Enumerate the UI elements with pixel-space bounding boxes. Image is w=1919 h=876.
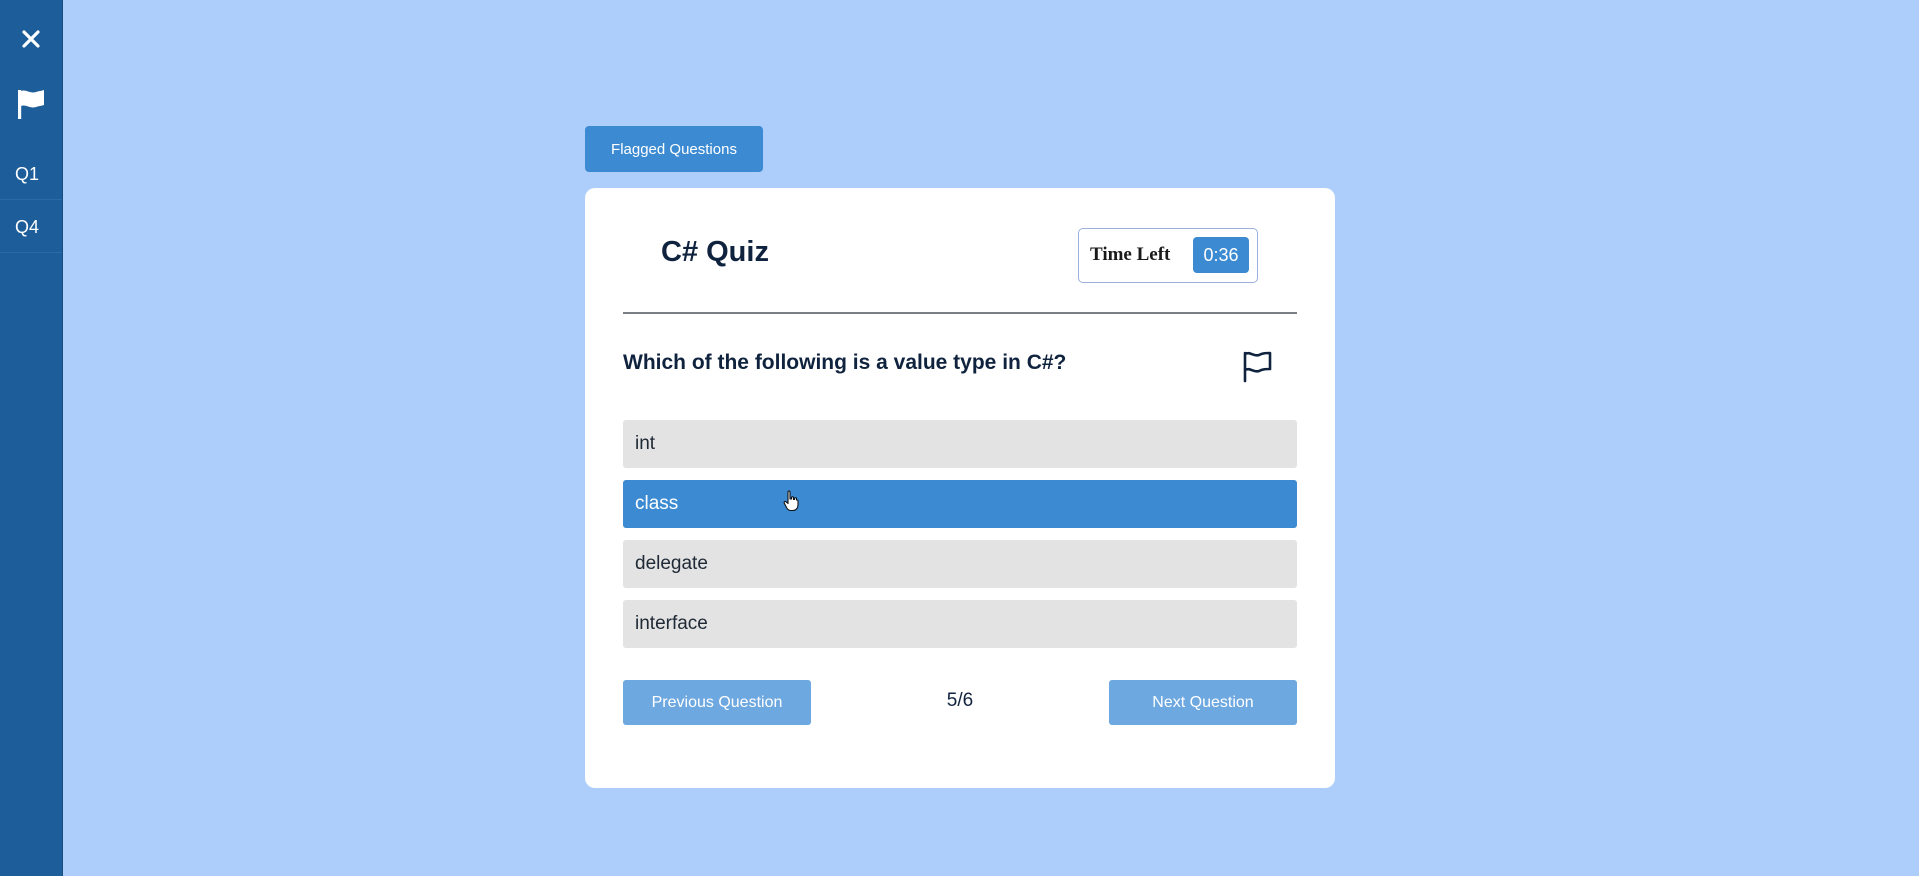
answer-option[interactable]: delegate: [623, 540, 1297, 588]
next-question-button[interactable]: Next Question: [1109, 680, 1297, 725]
timer-label: Time Left: [1090, 244, 1171, 265]
hand-cursor-icon: [783, 490, 799, 512]
flagged-questions-button[interactable]: Flagged Questions: [585, 126, 763, 172]
sidebar-item-label: Q4: [15, 217, 40, 237]
timer-value: 0:36: [1193, 237, 1249, 273]
flag-icon: [18, 90, 44, 119]
close-icon: [22, 30, 40, 48]
answer-option-selected[interactable]: class: [623, 480, 1297, 528]
answer-option-label: interface: [635, 613, 708, 634]
question-counter: 5/6: [946, 690, 974, 711]
answer-option-label: int: [635, 433, 656, 454]
sidebar-item-q4[interactable]: Q4: [0, 201, 62, 253]
quiz-title: C# Quiz: [661, 236, 769, 268]
sidebar: Q1 Q4: [0, 0, 63, 876]
answer-option[interactable]: int: [623, 420, 1297, 468]
flag-outline-icon: [1243, 351, 1272, 383]
answer-option[interactable]: interface: [623, 600, 1297, 648]
close-button[interactable]: [0, 18, 62, 60]
previous-question-button[interactable]: Previous Question: [623, 680, 811, 725]
flagged-toggle-button[interactable]: [0, 82, 62, 126]
flag-question-button[interactable]: [1239, 348, 1275, 384]
question-text: Which of the following is a value type i…: [623, 351, 1067, 374]
quiz-card: C# Quiz Time Left 0:36 Which of the foll…: [585, 188, 1335, 788]
answer-option-label: class: [635, 493, 679, 514]
timer: Time Left 0:36: [1078, 228, 1258, 283]
sidebar-item-label: Q1: [15, 164, 40, 184]
answer-option-label: delegate: [635, 553, 708, 574]
sidebar-item-q1[interactable]: Q1: [0, 148, 62, 200]
divider: [623, 312, 1297, 314]
